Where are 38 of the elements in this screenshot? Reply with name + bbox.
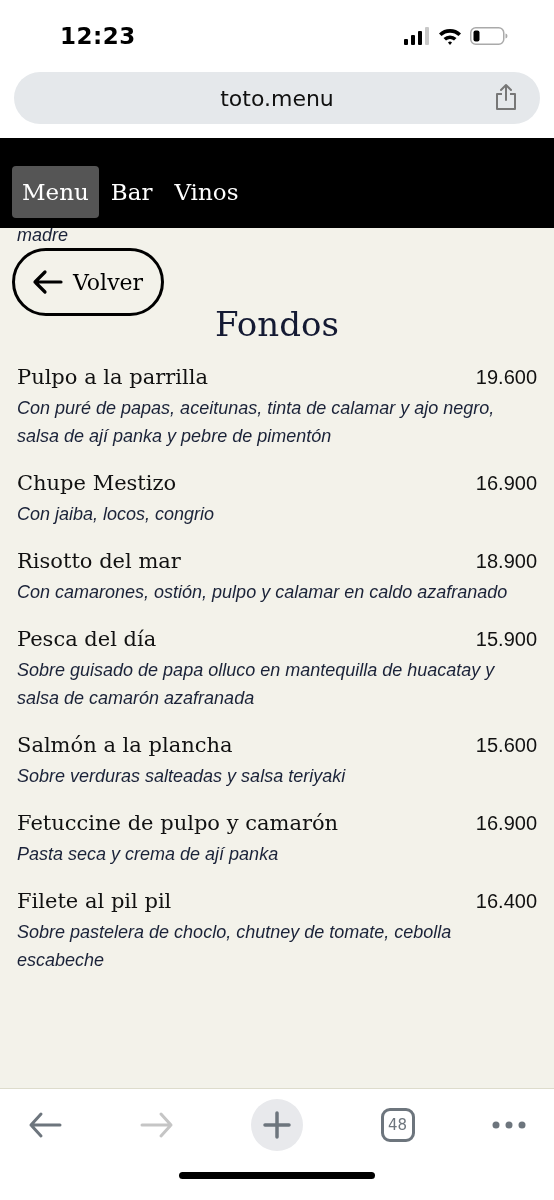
tab-count-button[interactable]: 48: [380, 1107, 415, 1142]
section-title: Fondos: [214, 303, 340, 346]
battery-icon: [470, 27, 508, 45]
new-tab-button[interactable]: [251, 1098, 303, 1151]
address-bar[interactable]: toto.menu: [14, 72, 540, 124]
cut-off-text: madre: [17, 228, 70, 244]
dish-description: Con camarones, ostión, pulpo y calamar en caldo azafranado: [17, 581, 509, 604]
dish-name: Filete al pil pil: [17, 888, 172, 915]
dish-description: Sobre guisado de papa olluco en mantequilla de huacatay y salsa de camarón azafranada: [17, 659, 496, 710]
dish-description: Con puré de papas, aceitunas, tinta de calamar y ajo negro, salsa de ají panka y pebre de pimentón: [17, 397, 496, 448]
dish-description: Pasta seca y crema de ají panka: [17, 843, 280, 866]
dish-name: Pesca del día: [17, 626, 157, 653]
back-arrow-icon[interactable]: [28, 1110, 62, 1139]
signal-icon: [404, 27, 430, 45]
dish-name: Fetuccine de pulpo y camarón: [17, 810, 339, 837]
nav-tab[interactable]: Bar: [100, 166, 163, 218]
arrow-left-icon: [31, 269, 63, 295]
dish-price: 15.600: [475, 734, 537, 757]
dish-name: Pulpo a la parrilla: [17, 364, 208, 391]
dish-price: 18.900: [475, 550, 537, 573]
dish-price: 16.900: [475, 812, 537, 835]
dish-description: Con jaiba, locos, congrio: [17, 503, 216, 526]
more-icon[interactable]: [492, 1120, 526, 1129]
dish-description: Sobre pastelera de choclo, chutney de tomate, cebolla escabeche: [17, 921, 453, 972]
nav-tab[interactable]: Vinos: [164, 166, 249, 218]
dish-price: 16.900: [475, 472, 537, 495]
dish-name: Chupe Mestizo: [17, 470, 177, 497]
wifi-icon: [438, 27, 462, 45]
dish-name: Risotto del mar: [17, 548, 181, 575]
status-time: 12:23: [60, 23, 136, 49]
back-button[interactable]: Volver: [12, 248, 165, 316]
dish-name: Salmón a la plancha: [17, 732, 233, 759]
dish-price: 15.900: [475, 628, 537, 651]
dish-price: 19.600: [475, 366, 537, 389]
dish-description: Sobre verduras salteadas y salsa teriyaki: [17, 765, 347, 788]
dish-price: 16.400: [475, 890, 537, 913]
share-icon[interactable]: [494, 83, 518, 111]
nav-tab[interactable]: Menu: [12, 166, 99, 218]
